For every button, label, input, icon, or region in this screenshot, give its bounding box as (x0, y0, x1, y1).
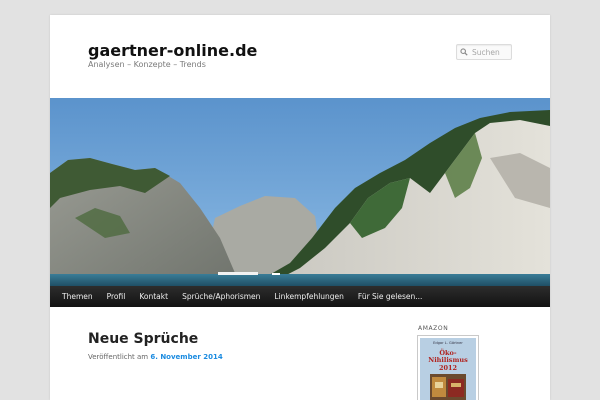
nav-item-kontakt[interactable]: Kontakt (132, 286, 175, 307)
sidebar-widget-title: AMAZON (418, 325, 449, 332)
site-title[interactable]: gaertner-online.de (88, 41, 257, 60)
search-input[interactable] (472, 47, 514, 57)
post-meta: Veröffentlicht am 6. November 2014 (88, 353, 223, 361)
search-box[interactable] (456, 44, 514, 60)
search-icon (460, 48, 468, 56)
nav-item-sprueche[interactable]: Sprüche/Aphorismen (175, 286, 267, 307)
post-meta-prefix: Veröffentlicht am (88, 353, 149, 361)
book-cover-art (430, 374, 466, 400)
book-cover: Edgar L. Gärtner Öko- Nihilismus 2012 (420, 338, 476, 400)
nav-item-linkempfehlungen[interactable]: Linkempfehlungen (267, 286, 351, 307)
site-description: Analysen – Konzepte – Trends (88, 60, 206, 69)
page-container: gaertner-online.de Analysen – Konzepte –… (50, 15, 550, 400)
main-navigation: Themen Profil Kontakt Sprüche/Aphorismen… (50, 286, 550, 307)
amazon-book-image[interactable]: Edgar L. Gärtner Öko- Nihilismus 2012 (417, 335, 479, 400)
post-date-link[interactable]: 6. November 2014 (150, 353, 222, 361)
book-year: 2012 (438, 364, 458, 372)
nav-item-themen[interactable]: Themen (55, 286, 100, 307)
header-image (50, 98, 550, 286)
post-title[interactable]: Neue Sprüche (88, 331, 198, 347)
book-title-line2: Nihilismus (428, 356, 468, 364)
book-title: Öko- Nihilismus (420, 350, 476, 364)
nav-item-profil[interactable]: Profil (100, 286, 133, 307)
nav-item-fuer-sie-gelesen[interactable]: Für Sie gelesen... (351, 286, 429, 307)
book-author: Edgar L. Gärtner (433, 341, 463, 345)
